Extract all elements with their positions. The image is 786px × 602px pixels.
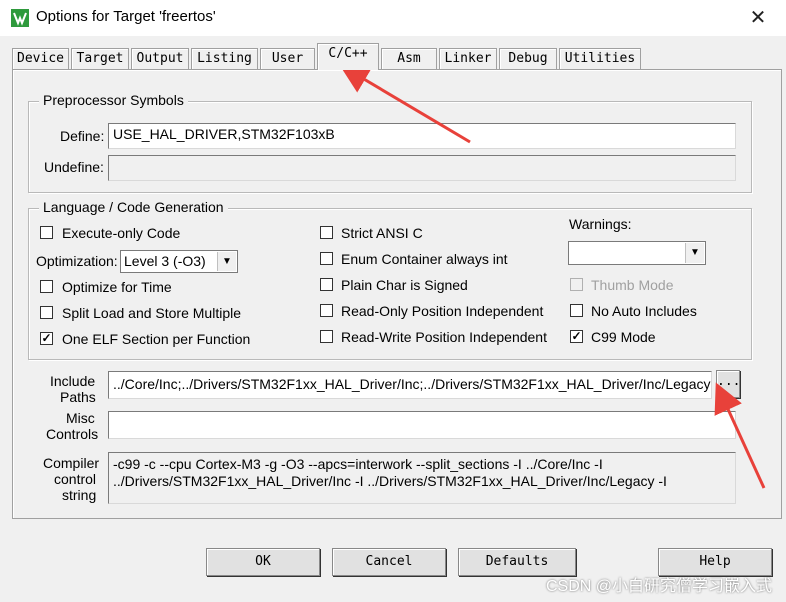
watermark: CSDN @小白研究僧学习嵌入式 (545, 578, 772, 595)
annotation-arrow-browse (714, 382, 766, 489)
annotation-arrow-tab (339, 64, 471, 144)
annotation-arrows (339, 64, 766, 489)
tab-cc[interactable]: C/C++ (317, 43, 379, 70)
